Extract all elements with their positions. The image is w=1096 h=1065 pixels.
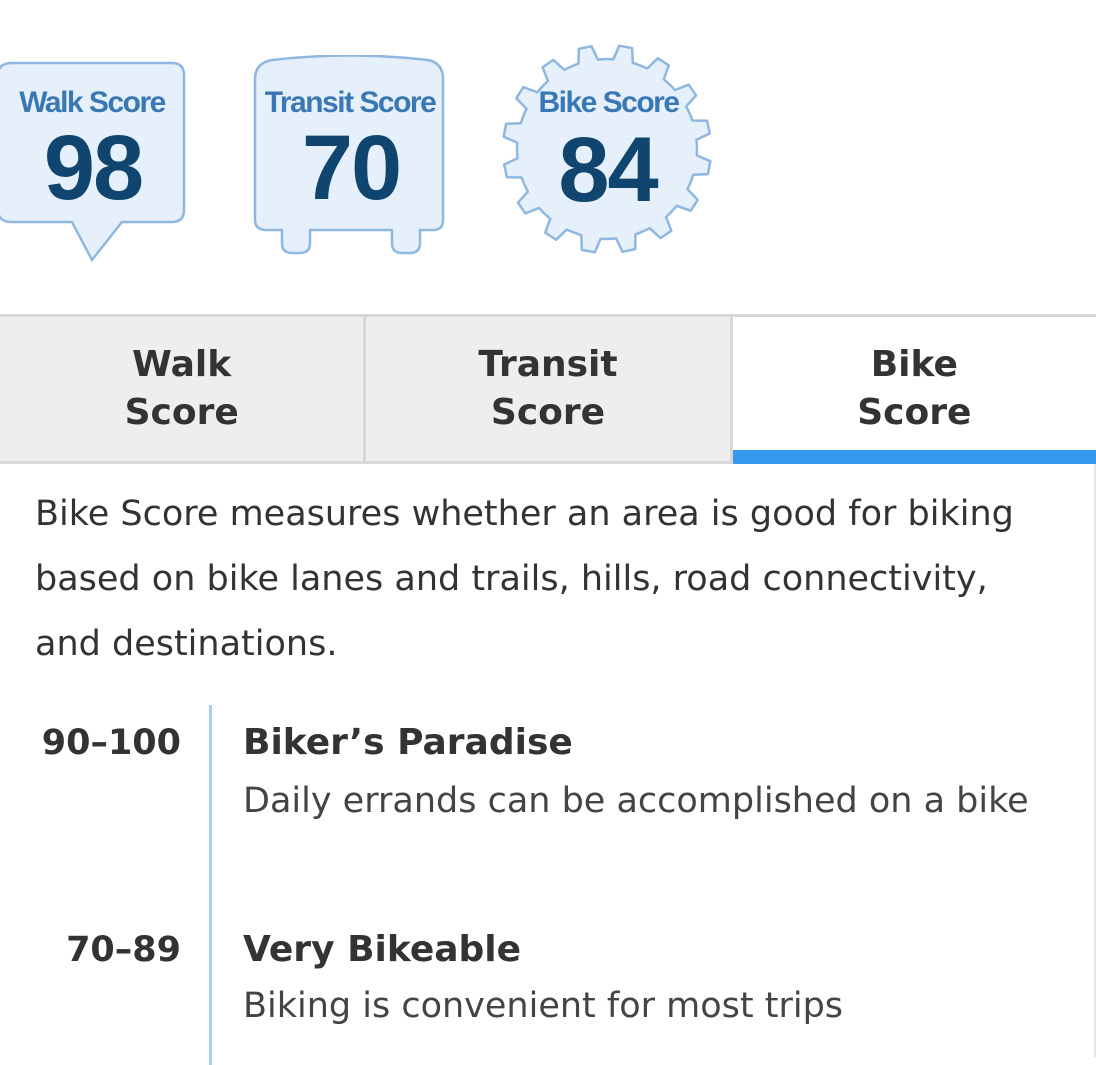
transit-score-badge[interactable]: Transit Score 70 bbox=[250, 55, 450, 260]
bike-score-badge[interactable]: Bike Score 84 bbox=[500, 42, 715, 257]
score-badges: Walk Score 98 Transit Score 70 Bike Scor… bbox=[0, 0, 1096, 300]
tab-walk-score-label: Walk Score bbox=[124, 344, 239, 433]
tab-bike-score[interactable]: Bike Score bbox=[729, 317, 1096, 464]
range-description: Biking is convenient for most trips bbox=[243, 986, 844, 1026]
walk-score-value: 98 bbox=[43, 117, 144, 219]
bike-score-value: 84 bbox=[558, 119, 658, 221]
walk-score-label: Walk Score bbox=[19, 86, 166, 119]
tab-bike-score-label: Bike Score bbox=[857, 344, 972, 433]
walk-score-badge[interactable]: Walk Score 98 bbox=[0, 60, 190, 265]
tab-walk-score[interactable]: Walk Score bbox=[0, 317, 364, 461]
range-divider bbox=[209, 705, 212, 1065]
score-tabs: Walk Score Transit Score Bike Score bbox=[0, 314, 1096, 464]
range-title: Biker’s Paradise bbox=[243, 722, 573, 763]
range-description: Daily errands can be accomplished on a b… bbox=[243, 781, 1029, 821]
tab-transit-score-label: Transit Score bbox=[478, 344, 618, 433]
bike-score-description: Bike Score measures whether an area is g… bbox=[35, 494, 1014, 664]
transit-score-value: 70 bbox=[301, 117, 402, 219]
transit-score-label: Transit Score bbox=[264, 86, 437, 119]
bike-score-label: Bike Score bbox=[538, 86, 680, 119]
tab-transit-score[interactable]: Transit Score bbox=[363, 317, 730, 461]
range-value: 70–89 bbox=[66, 930, 181, 970]
range-value: 90–100 bbox=[41, 723, 181, 763]
range-title: Very Bikeable bbox=[243, 929, 522, 970]
